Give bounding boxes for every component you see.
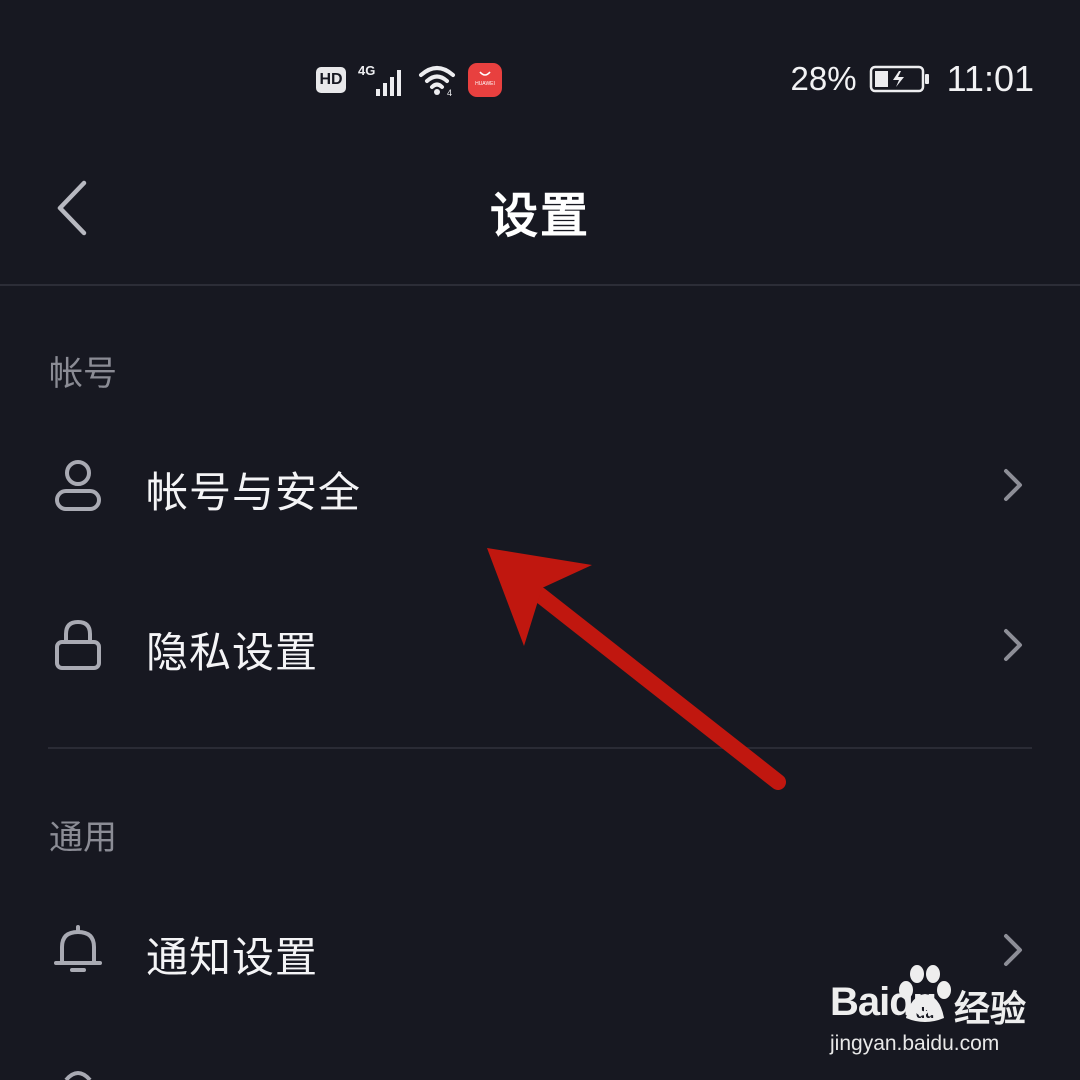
cellular-4g-icon: 4G [358, 63, 401, 96]
clock: 11:01 [946, 58, 1034, 99]
battery-charging-icon [869, 65, 929, 93]
section-label-general: 通用 [49, 818, 117, 858]
svg-text:4: 4 [447, 88, 452, 97]
status-bar: HD 4G 4 HUAWEI 28% 11:01 [0, 0, 1080, 160]
settings-item-privacy[interactable]: 隐私设置 [0, 575, 1080, 715]
chevron-right-icon [1004, 629, 1022, 661]
next-row-icon-partial [64, 1071, 92, 1080]
bell-icon [50, 922, 106, 978]
watermark-product: 经验 [954, 989, 1027, 1030]
battery-percent: 28% [790, 60, 857, 97]
status-right: 28% 11:01 [791, 56, 1034, 102]
person-icon [50, 457, 106, 513]
settings-item-label: 帐号与安全 [146, 468, 362, 517]
wifi-icon: 4 [419, 66, 455, 97]
watermark-url: jingyan.baidu.com [830, 1032, 1000, 1055]
svg-text:4G: 4G [358, 63, 375, 78]
section-label-account: 帐号 [49, 354, 117, 394]
app-header: 设置 [0, 150, 1080, 286]
status-indicators: HD 4G 4 HUAWEI [316, 60, 502, 100]
settings-item-label: 隐私设置 [146, 628, 319, 677]
section-divider [48, 747, 1032, 749]
chevron-right-icon [1004, 469, 1022, 501]
hd-icon: HD [316, 67, 346, 93]
settings-item-account-security[interactable]: 帐号与安全 [0, 415, 1080, 555]
settings-screen: HD 4G 4 HUAWEI 28% 11:01 设置 帐号 帐号与安全 隐私设… [0, 0, 1080, 1080]
huawei-appgallery-icon: HUAWEI [468, 63, 502, 97]
baidu-jingyan-watermark: du Baidu 经验 jingyan.baidu.com [826, 960, 1036, 1060]
settings-item-label: 通知设置 [146, 933, 319, 982]
lock-icon [50, 617, 106, 673]
page-title: 设置 [489, 188, 590, 244]
watermark-brand: Baidu [830, 980, 937, 1024]
svg-text:HUAWEI: HUAWEI [475, 81, 495, 87]
